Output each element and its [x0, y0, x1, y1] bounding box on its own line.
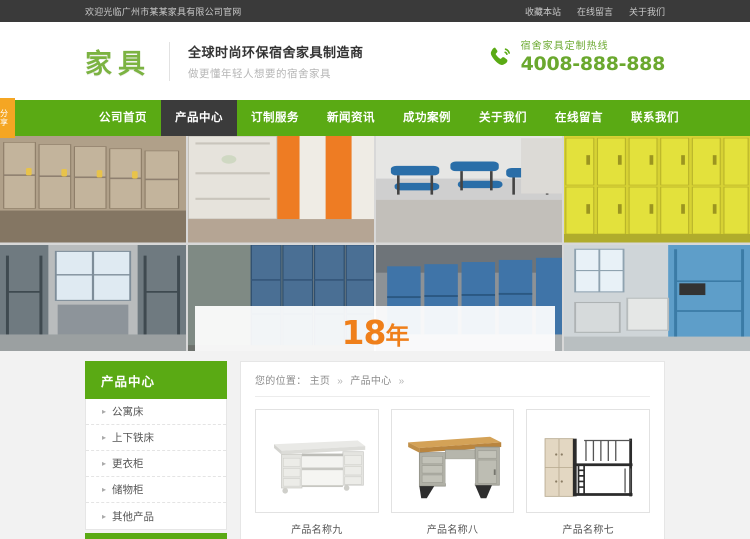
- hotline-number: 4008-888-888: [520, 52, 666, 75]
- sidebar-item-storage-cabinet[interactable]: ▸ 储物柜: [86, 477, 226, 503]
- topbar-link-favorite[interactable]: 收藏本站: [525, 5, 561, 18]
- hero-banner[interactable]: 18年 累计为500余企事、学校、单位提供配套宿舍整改方案 全国订购服务热线 4…: [0, 136, 750, 351]
- product-thumbnail[interactable]: [390, 409, 515, 513]
- site-logo[interactable]: 家具: [85, 42, 151, 81]
- nav-item-contact[interactable]: 联系我们: [617, 100, 693, 136]
- page-root: 欢迎光临广州市某某家具有限公司官网 收藏本站 在线留言 关于我们 家具 全球时尚…: [0, 0, 750, 539]
- main-nav: 公司首页 产品中心 订制服务 新闻资讯 成功案例 关于我们 在线留言 联系我们: [0, 100, 750, 136]
- sidebar-item-apartment-bed[interactable]: ▸ 公寓床: [86, 399, 226, 425]
- banner-photo-orange-cabinets: [188, 136, 374, 243]
- product-thumbnail[interactable]: [526, 409, 651, 513]
- product-grid: 产品名称九 产品名称八 产品名称七: [255, 409, 651, 536]
- nav-item-home[interactable]: 公司首页: [85, 100, 161, 136]
- sidebar-item-wardrobe[interactable]: ▸ 更衣柜: [86, 451, 226, 477]
- main-content: 产品中心 ▸ 公寓床 ▸ 上下铁床 ▸ 更衣柜 ▸ 储物柜 ▸ 其他产品 您的位…: [0, 351, 750, 539]
- banner-photo-wood-lockers: [0, 136, 186, 243]
- banner-photo-blue-chairs: [376, 136, 562, 243]
- product-name: 产品名称七: [562, 525, 614, 536]
- share-tab-label: 分享: [0, 108, 8, 127]
- product-card[interactable]: 产品名称八: [390, 409, 515, 536]
- nav-item-cases[interactable]: 成功案例: [389, 100, 465, 136]
- hotline-label: 宿舍家具定制热线: [520, 41, 609, 52]
- nav-item-about[interactable]: 关于我们: [465, 100, 541, 136]
- product-thumbnail[interactable]: [255, 409, 379, 513]
- nav-item-products[interactable]: 产品中心: [161, 100, 237, 136]
- banner-years-unit: 年: [385, 322, 409, 350]
- breadcrumb-item-home[interactable]: 主页: [310, 376, 331, 387]
- share-tab[interactable]: 分享: [0, 98, 15, 138]
- sidebar-category-list: ▸ 公寓床 ▸ 上下铁床 ▸ 更衣柜 ▸ 储物柜 ▸ 其他产品: [85, 399, 227, 530]
- slogan-block: 全球时尚环保宿舍家具制造商 做更懂年轻人想要的宿舍家具: [169, 41, 364, 81]
- topbar-link-about[interactable]: 关于我们: [629, 5, 665, 18]
- chevron-right-icon: ▸: [102, 511, 107, 521]
- wood-top-grey-desk-image: [396, 416, 509, 506]
- white-office-desk-image: [261, 416, 373, 506]
- sidebar-item-label: 其他产品: [112, 510, 155, 523]
- site-header: 家具 全球时尚环保宿舍家具制造商 做更懂年轻人想要的宿舍家具 宿舍家具定制热线 …: [0, 22, 750, 100]
- chevron-right-icon: ▸: [102, 485, 107, 494]
- sidebar-footer-bar: [85, 533, 227, 539]
- nav-item-message[interactable]: 在线留言: [541, 100, 617, 136]
- header-hotline: 宿舍家具定制热线 4008-888-888: [488, 41, 666, 75]
- nav-item-custom-service[interactable]: 订制服务: [237, 100, 313, 136]
- sidebar-title: 产品中心: [85, 361, 227, 399]
- topbar-links: 收藏本站 在线留言 关于我们: [525, 5, 665, 18]
- sidebar: 产品中心 ▸ 公寓床 ▸ 上下铁床 ▸ 更衣柜 ▸ 储物柜 ▸ 其他产品: [85, 361, 227, 539]
- banner-photo-dorm-bunk-window: [0, 244, 186, 351]
- banner-years-number: 18: [341, 313, 387, 351]
- breadcrumb-prefix: 您的位置：: [255, 376, 307, 387]
- breadcrumb: 您的位置： 主页 » 产品中心 »: [255, 372, 650, 397]
- sidebar-item-label: 更衣柜: [112, 458, 144, 470]
- breadcrumb-separator-icon: »: [398, 376, 405, 387]
- topbar-link-message[interactable]: 在线留言: [577, 5, 613, 18]
- breadcrumb-separator-icon: »: [337, 376, 344, 387]
- chevron-right-icon: ▸: [102, 407, 107, 416]
- sidebar-item-label: 上下铁床: [112, 432, 155, 444]
- bunk-bed-with-lockers-image: [532, 416, 645, 506]
- slogan-sub: 做更懂年轻人想要的宿舍家具: [188, 67, 331, 80]
- breadcrumb-item-products[interactable]: 产品中心: [350, 376, 391, 387]
- product-name: 产品名称八: [426, 525, 479, 536]
- slogan-main: 全球时尚环保宿舍家具制造商: [188, 44, 364, 60]
- chevron-right-icon: ▸: [102, 459, 107, 468]
- product-panel: 您的位置： 主页 » 产品中心 » 产品名称九 产品名称八 产品名称七: [240, 361, 665, 539]
- nav-item-news[interactable]: 新闻资讯: [313, 100, 389, 136]
- banner-years: 18年: [341, 313, 410, 351]
- banner-photo-blue-dorm-study: [564, 244, 750, 351]
- chevron-right-icon: ▸: [102, 433, 107, 442]
- banner-promo-card: 18年 累计为500余企事、学校、单位提供配套宿舍整改方案 全国订购服务热线 4…: [195, 306, 555, 351]
- sidebar-item-bunk-bed[interactable]: ▸ 上下铁床: [86, 425, 226, 451]
- topbar: 欢迎光临广州市某某家具有限公司官网 收藏本站 在线留言 关于我们: [0, 0, 750, 22]
- product-card[interactable]: 产品名称九: [255, 409, 379, 536]
- sidebar-item-label: 公寓床: [112, 406, 144, 418]
- welcome-text: 欢迎光临广州市某某家具有限公司官网: [85, 6, 242, 17]
- product-card[interactable]: 产品名称七: [526, 409, 651, 536]
- product-name: 产品名称九: [291, 525, 343, 536]
- phone-icon: [490, 47, 510, 66]
- sidebar-item-label: 储物柜: [112, 484, 144, 496]
- banner-photo-yellow-lockers: [564, 136, 750, 243]
- sidebar-item-other-products[interactable]: ▸ 其他产品: [86, 503, 226, 529]
